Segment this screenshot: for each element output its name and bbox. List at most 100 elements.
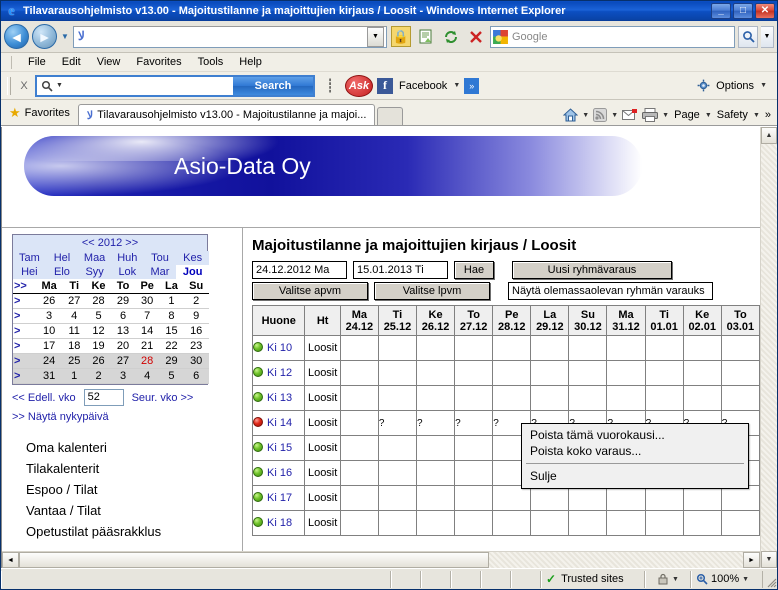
month-maa[interactable]: Maa	[78, 251, 111, 265]
week-number-input[interactable]: 52	[83, 389, 124, 406]
booking-cell-free[interactable]	[377, 510, 418, 536]
booking-cell-free[interactable]	[377, 435, 418, 461]
calendar-day-cell[interactable]: 20	[111, 338, 135, 354]
month-lok[interactable]: Lok	[110, 265, 144, 279]
favorites-button[interactable]: ★ Favorites	[5, 105, 78, 125]
ask-logo-icon[interactable]: Ask	[345, 74, 373, 97]
booking-cell-free[interactable]	[606, 335, 646, 361]
booking-cell-free[interactable]	[415, 510, 456, 536]
room-cell[interactable]: Ki 10	[252, 335, 306, 361]
feeds-button[interactable]	[592, 108, 608, 122]
calendar-day-cell[interactable]: 9	[183, 308, 209, 324]
booking-cell-free[interactable]	[492, 385, 532, 411]
calendar-day-cell[interactable]: 4	[62, 308, 86, 324]
calendar-day-cell[interactable]: 28	[134, 353, 160, 369]
end-date-input[interactable]: 15.01.2013 Ti	[353, 261, 448, 279]
calendar-day-cell[interactable]: 25	[62, 353, 86, 369]
calendar-week-select-arrow[interactable]: >	[13, 293, 36, 309]
ask-search-button[interactable]: Search	[233, 76, 313, 95]
maximize-button[interactable]: □	[733, 3, 753, 19]
room-cell[interactable]: Ki 13	[252, 385, 306, 411]
security-lock-button[interactable]: 🔒	[390, 26, 412, 48]
context-menu-item-delete-day[interactable]: Poista tämä vuorokausi...	[522, 427, 748, 443]
ask-more-button[interactable]: »	[464, 77, 480, 94]
booking-cell-free[interactable]	[720, 485, 760, 511]
minimize-button[interactable]: _	[711, 3, 731, 19]
hscroll-right-arrow[interactable]: ►	[743, 552, 760, 568]
calendar-day-cell[interactable]: 12	[85, 323, 112, 339]
booking-cell-free[interactable]	[377, 385, 418, 411]
booking-cell-free[interactable]	[682, 485, 722, 511]
booking-cell-free[interactable]	[377, 460, 418, 486]
booking-cell-free[interactable]	[568, 335, 608, 361]
hscroll-thumb[interactable]	[19, 552, 489, 568]
month-tou[interactable]: Tou	[143, 251, 177, 265]
booking-cell-free[interactable]	[454, 485, 494, 511]
google-search-input[interactable]: Google	[490, 25, 735, 48]
new-group-reservation-button[interactable]: Uusi ryhmävaraus	[512, 261, 672, 279]
calendar-day-cell[interactable]: 17	[35, 338, 63, 354]
calendar-week-select-arrow[interactable]: >	[13, 308, 36, 324]
security-zone[interactable]: ✓ Trusted sites	[541, 570, 645, 588]
new-tab-button[interactable]	[377, 107, 404, 125]
calendar-day-cell[interactable]: 6	[183, 368, 209, 384]
page-horizontal-scrollbar[interactable]: ◄ ►	[2, 551, 760, 568]
resize-grip[interactable]	[763, 571, 777, 588]
menu-view[interactable]: View	[89, 54, 129, 70]
ask-search-box[interactable]: ▼ Search	[35, 74, 315, 97]
pick-end-date-button[interactable]: Valitse lpvm	[374, 282, 490, 300]
calendar-day-cell[interactable]: 31	[35, 368, 63, 384]
month-mar[interactable]: Mar	[143, 265, 177, 279]
search-go-button[interactable]	[738, 25, 758, 48]
booking-cell-free[interactable]	[454, 435, 494, 461]
booking-cell-free[interactable]	[492, 485, 532, 511]
calendar-day-cell[interactable]: 1	[159, 293, 184, 309]
menu-help[interactable]: Help	[231, 54, 270, 70]
safety-caret-icon[interactable]: ▼	[753, 112, 760, 119]
booking-cell-booked[interactable]: ?	[454, 410, 494, 436]
calendar-day-cell[interactable]: 26	[85, 353, 112, 369]
protected-mode-indicator[interactable]: ▼	[645, 570, 691, 588]
recent-pages-dropdown[interactable]: ▼	[60, 32, 70, 41]
booking-cell-free[interactable]	[606, 510, 646, 536]
search-button[interactable]: Hae	[454, 261, 494, 279]
booking-cell-free[interactable]	[606, 360, 646, 386]
booking-cell-free[interactable]	[568, 510, 608, 536]
menu-file[interactable]: File	[20, 54, 54, 70]
page-menu-button[interactable]: Page	[672, 109, 702, 121]
menu-tools[interactable]: Tools	[190, 54, 232, 70]
booking-cell-free[interactable]	[530, 510, 570, 536]
protected-mode-caret-icon[interactable]: ▼	[672, 576, 679, 583]
booking-cell-free[interactable]	[492, 360, 532, 386]
booking-cell-free[interactable]	[720, 385, 760, 411]
calendar-day-cell[interactable]: 29	[159, 353, 184, 369]
booking-cell-free[interactable]	[720, 510, 760, 536]
booking-cell-free[interactable]	[415, 335, 456, 361]
hscroll-left-arrow[interactable]: ◄	[2, 552, 19, 568]
room-cell[interactable]: Ki 17	[252, 485, 306, 511]
home-caret-icon[interactable]: ▼	[582, 112, 589, 119]
ask-options-caret-icon[interactable]: ▼	[760, 82, 767, 89]
calendar-year-nav[interactable]: << 2012 >>	[13, 235, 207, 251]
booking-cell-free[interactable]	[415, 360, 456, 386]
start-date-input[interactable]: 24.12.2012 Ma	[252, 261, 347, 279]
calendar-day-cell[interactable]: 5	[85, 308, 112, 324]
booking-cell-free[interactable]	[339, 510, 379, 536]
home-button[interactable]	[562, 108, 579, 122]
calendar-week-select-arrow[interactable]: >	[13, 323, 36, 339]
booking-cell-free[interactable]	[454, 460, 494, 486]
calendar-day-cell[interactable]: 11	[62, 323, 86, 339]
calendar-day-cell[interactable]: 15	[159, 323, 184, 339]
month-huh[interactable]: Huh	[110, 251, 144, 265]
month-kes[interactable]: Kes	[176, 251, 209, 265]
booking-cell-free[interactable]	[568, 485, 608, 511]
calendar-day-cell[interactable]: 4	[134, 368, 160, 384]
sidebar-item-opetustilat-p-srakklus[interactable]: Opetustilat pääsrakklus	[12, 521, 242, 542]
calendar-day-cell[interactable]: 29	[111, 293, 135, 309]
booking-cell-free[interactable]	[644, 485, 684, 511]
booking-cell-free[interactable]	[682, 385, 722, 411]
booking-cell-free[interactable]	[377, 485, 418, 511]
compatibility-view-button[interactable]	[415, 26, 437, 48]
tab-active[interactable]: ﻻ Tilavarausohjelmisto v13.00 - Majoitus…	[77, 104, 376, 125]
calendar-day-cell[interactable]: 2	[183, 293, 209, 309]
